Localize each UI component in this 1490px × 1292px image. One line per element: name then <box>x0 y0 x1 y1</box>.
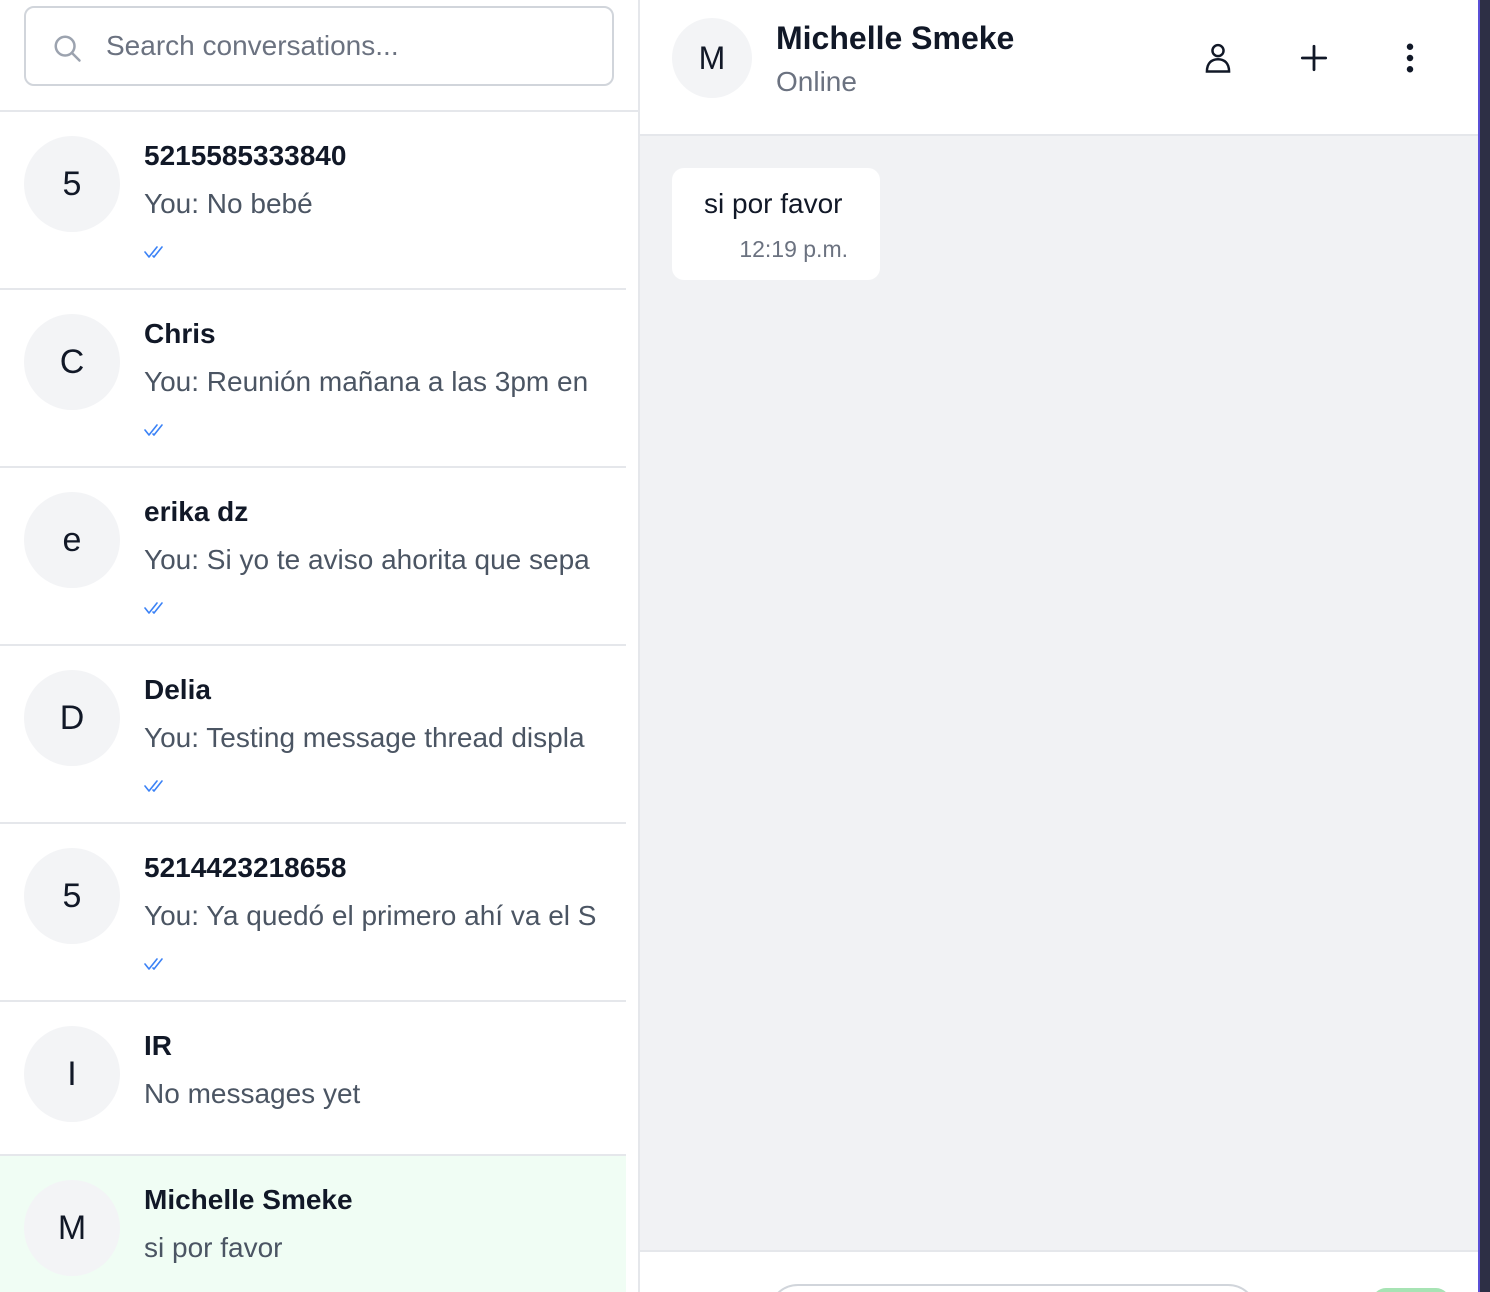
more-options-button[interactable] <box>1386 34 1434 82</box>
avatar: e <box>24 492 120 588</box>
conversation-preview: You: Ya quedó el primero ahí va el S <box>144 900 597 931</box>
conversation-name: erika dz <box>144 496 249 527</box>
user-icon <box>1205 43 1231 73</box>
add-button[interactable] <box>1290 34 1338 82</box>
conversation-name: IR <box>144 1030 172 1061</box>
conversation-item[interactable]: C Chris You: Reunión mañana a las 3pm en <box>0 290 626 468</box>
conversation-item[interactable]: 5 5215585333840 You: No bebé <box>0 112 626 290</box>
conversation-item[interactable]: e erika dz You: Si yo te aviso ahorita q… <box>0 468 626 646</box>
search-icon <box>54 35 81 62</box>
conversation-item[interactable]: 5 5214423218658 You: Ya quedó el primero… <box>0 824 626 1002</box>
send-button[interactable] <box>1372 1288 1450 1292</box>
conversation-item-active[interactable]: M Michelle Smeke si por favor <box>0 1156 626 1292</box>
avatar: 5 <box>24 848 120 944</box>
conversation-item[interactable]: D Delia You: Testing message thread disp… <box>0 646 626 824</box>
chat-header: M Michelle Smeke Online <box>640 0 1478 136</box>
conversation-preview: You: No bebé <box>144 188 313 219</box>
conversation-item[interactable]: I IR No messages yet <box>0 1002 626 1156</box>
conversation-preview: You: Testing message thread displa <box>144 722 585 753</box>
conversation-name: Delia <box>144 674 211 705</box>
more-vertical-icon <box>1406 43 1414 73</box>
message-text: si por favor <box>704 188 843 219</box>
message-bubble: si por favor 12:19 p.m. <box>672 168 880 280</box>
avatar: 5 <box>24 136 120 232</box>
plus-icon <box>1300 44 1328 72</box>
conversation-list: 5 5215585333840 You: No bebé C Chris You… <box>0 112 626 1292</box>
avatar: M <box>24 1180 120 1276</box>
double-check-icon <box>144 246 163 258</box>
message-composer <box>640 1250 1478 1292</box>
contact-avatar[interactable]: M <box>672 18 752 98</box>
message-time: 12:19 p.m. <box>739 236 848 262</box>
double-check-icon <box>144 780 163 792</box>
search-input[interactable] <box>106 20 596 72</box>
contact-status: Online <box>776 66 857 97</box>
window-edge <box>1478 0 1490 1292</box>
conversation-name: 5215585333840 <box>144 140 347 171</box>
search-bar <box>0 0 638 112</box>
conversation-sidebar: 5 5215585333840 You: No bebé C Chris You… <box>0 0 640 1292</box>
conversation-preview: You: Reunión mañana a las 3pm en <box>144 366 589 397</box>
double-check-icon <box>144 602 163 614</box>
conversation-name: Chris <box>144 318 216 349</box>
message-input[interactable] <box>768 1284 1258 1292</box>
double-check-icon <box>144 424 163 436</box>
conversation-preview: si por favor <box>144 1232 283 1263</box>
contact-name: Michelle Smeke <box>776 20 1015 56</box>
conversation-name: Michelle Smeke <box>144 1184 353 1215</box>
chat-panel: M Michelle Smeke Online si por favor 12:… <box>640 0 1478 1292</box>
conversation-preview: You: Si yo te aviso ahorita que sepa <box>144 544 590 575</box>
avatar: I <box>24 1026 120 1122</box>
double-check-icon <box>144 958 163 970</box>
avatar: D <box>24 670 120 766</box>
conversation-preview: No messages yet <box>144 1078 361 1109</box>
contact-info-button[interactable] <box>1194 34 1242 82</box>
search-box[interactable] <box>24 6 614 86</box>
avatar: C <box>24 314 120 410</box>
conversation-name: 5214423218658 <box>144 852 347 883</box>
